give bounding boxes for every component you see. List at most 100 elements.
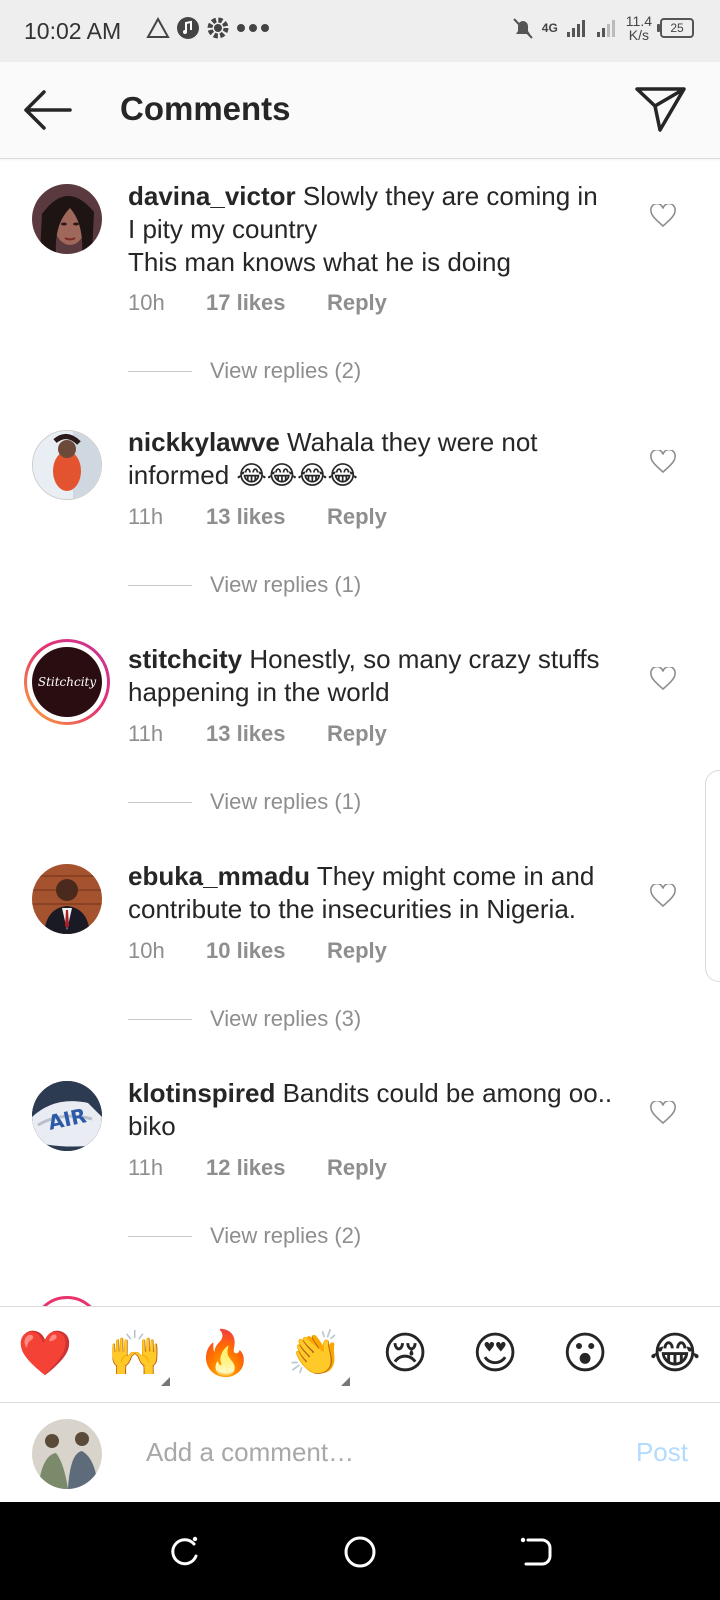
emoji-button[interactable]: 🔥 — [197, 1329, 253, 1379]
heart-icon[interactable] — [650, 667, 676, 691]
battery-icon: 25 — [657, 18, 694, 38]
page-title: Comments — [120, 90, 291, 127]
comment-text: Slowly they are coming in — [302, 181, 598, 211]
comment-likes[interactable]: 10 likes — [206, 938, 327, 964]
emoji-button[interactable]: ❤️ — [17, 1329, 73, 1379]
reply-button[interactable]: Reply — [327, 504, 387, 530]
comment-username[interactable]: davina_victor — [128, 181, 296, 211]
paper-plane-icon — [635, 87, 686, 132]
speed-unit: K/s — [628, 27, 649, 43]
emoji-button[interactable]: 😮 — [557, 1329, 613, 1379]
comment-meta: 11h 13 likes Reply — [128, 721, 387, 747]
heart-icon[interactable] — [650, 204, 676, 228]
next-comment-avatar-ring — [32, 1296, 102, 1306]
emoji-button[interactable]: 😍 — [467, 1329, 523, 1379]
comment-time: 11h — [128, 1155, 164, 1180]
reply-button[interactable]: Reply — [327, 1155, 387, 1181]
view-replies-button[interactable]: View replies (2) — [128, 1223, 361, 1249]
arrow-left-icon — [24, 90, 72, 130]
emoji-button[interactable]: 😂 — [647, 1329, 703, 1379]
view-replies-button[interactable]: View replies (3) — [128, 1006, 361, 1032]
comment-composer: Post — [0, 1402, 720, 1503]
bell-muted-icon — [513, 18, 533, 39]
reply-button[interactable]: Reply — [327, 721, 387, 747]
comment-input[interactable] — [144, 1431, 578, 1473]
view-replies-label: View replies (1) — [210, 572, 362, 597]
view-replies-button[interactable]: View replies (1) — [128, 572, 361, 598]
comment-likes[interactable]: 12 likes — [206, 1155, 327, 1181]
replies-divider — [128, 584, 192, 586]
music-note-icon — [177, 17, 199, 39]
replies-divider — [128, 801, 192, 803]
comment-likes[interactable]: 13 likes — [206, 721, 327, 747]
system-navigation-bar — [0, 1502, 720, 1600]
reply-button[interactable]: Reply — [327, 290, 387, 316]
reply-button[interactable]: Reply — [327, 938, 387, 964]
user-avatar — [32, 1419, 102, 1489]
comment-text-line: I pity my country — [128, 214, 318, 244]
back-nav-icon[interactable] — [518, 1534, 554, 1570]
recent-apps-icon[interactable] — [166, 1534, 202, 1570]
network-type: 4G — [541, 21, 558, 35]
view-replies-label: View replies (2) — [210, 1223, 362, 1248]
avatar[interactable] — [32, 864, 102, 934]
avatar[interactable]: AIR — [32, 1081, 102, 1151]
comment-time: 11h — [128, 504, 164, 529]
comment-username[interactable]: klotinspired — [128, 1078, 275, 1108]
comment-likes[interactable]: 13 likes — [206, 504, 327, 530]
comment-meta: 11h 13 likes Reply — [128, 504, 387, 530]
avatar[interactable] — [32, 184, 102, 254]
comment-body: nickkylawve Wahala they were not informe… — [128, 426, 618, 492]
signal-icon — [566, 20, 585, 37]
replies-divider — [128, 1018, 192, 1020]
signal-icon-secondary — [596, 20, 615, 37]
status-system-icons: 4G 11.4 K/s 25 — [512, 14, 694, 42]
comment-time: 10h — [128, 290, 165, 315]
emoji-button[interactable]: 👏 — [287, 1329, 343, 1379]
view-replies-label: View replies (3) — [210, 1006, 362, 1031]
view-replies-label: View replies (1) — [210, 789, 362, 814]
comments-header: Comments — [0, 62, 720, 159]
comment-likes[interactable]: 17 likes — [206, 290, 327, 316]
comment-meta: 10h 17 likes Reply — [128, 290, 387, 316]
avatar[interactable]: Stitchcity — [32, 647, 102, 717]
comment-text-line: This man knows what he is doing — [128, 247, 511, 277]
quick-reaction-bar: ❤️ 🙌 🔥 👏 😢 😍 😮 😂 — [0, 1306, 720, 1403]
comment-body: ebuka_mmadu They might come in and contr… — [128, 860, 618, 926]
avatar[interactable] — [32, 430, 102, 500]
share-button[interactable] — [634, 84, 688, 134]
comment-meta: 11h 12 likes Reply — [128, 1155, 387, 1181]
comment-username[interactable]: stitchcity — [128, 644, 242, 674]
battery-level: 25 — [670, 21, 684, 35]
view-replies-button[interactable]: View replies (1) — [128, 789, 361, 815]
skin-tone-indicator — [341, 1377, 350, 1386]
comment-body: stitchcity Honestly, so many crazy stuff… — [128, 643, 618, 709]
status-notification-icons — [146, 16, 270, 40]
heart-icon[interactable] — [650, 450, 676, 474]
heart-icon[interactable] — [650, 884, 676, 908]
side-edge-handle[interactable] — [705, 770, 720, 982]
emoji-button[interactable]: 🙌 — [107, 1329, 163, 1379]
comment-time: 10h — [128, 938, 165, 963]
more-dots-icon — [237, 24, 269, 32]
comment-body: klotinspired Bandits could be among oo..… — [128, 1077, 618, 1143]
status-time: 10:02 AM — [24, 18, 122, 44]
back-button[interactable] — [20, 88, 76, 132]
status-bar: 10:02 AM 4G 11.4 K/s 25 — [0, 0, 720, 62]
gear-icon — [207, 17, 229, 39]
heart-icon[interactable] — [650, 1101, 676, 1125]
view-replies-label: View replies (2) — [210, 358, 362, 383]
network-speed: 11.4 K/s — [626, 14, 652, 42]
emoji-button[interactable]: 😢 — [377, 1329, 433, 1379]
comment-time: 11h — [128, 721, 164, 746]
home-icon[interactable] — [342, 1534, 378, 1570]
post-button[interactable]: Post — [636, 1437, 688, 1468]
speed-value: 11.4 — [625, 13, 652, 29]
replies-divider — [128, 1235, 192, 1237]
warning-triangle-icon — [146, 17, 170, 38]
comment-meta: 10h 10 likes Reply — [128, 938, 387, 964]
comment-body: davina_victor Slowly they are coming in … — [128, 180, 618, 279]
comment-username[interactable]: nickkylawve — [128, 427, 280, 457]
view-replies-button[interactable]: View replies (2) — [128, 358, 361, 384]
comment-username[interactable]: ebuka_mmadu — [128, 861, 310, 891]
